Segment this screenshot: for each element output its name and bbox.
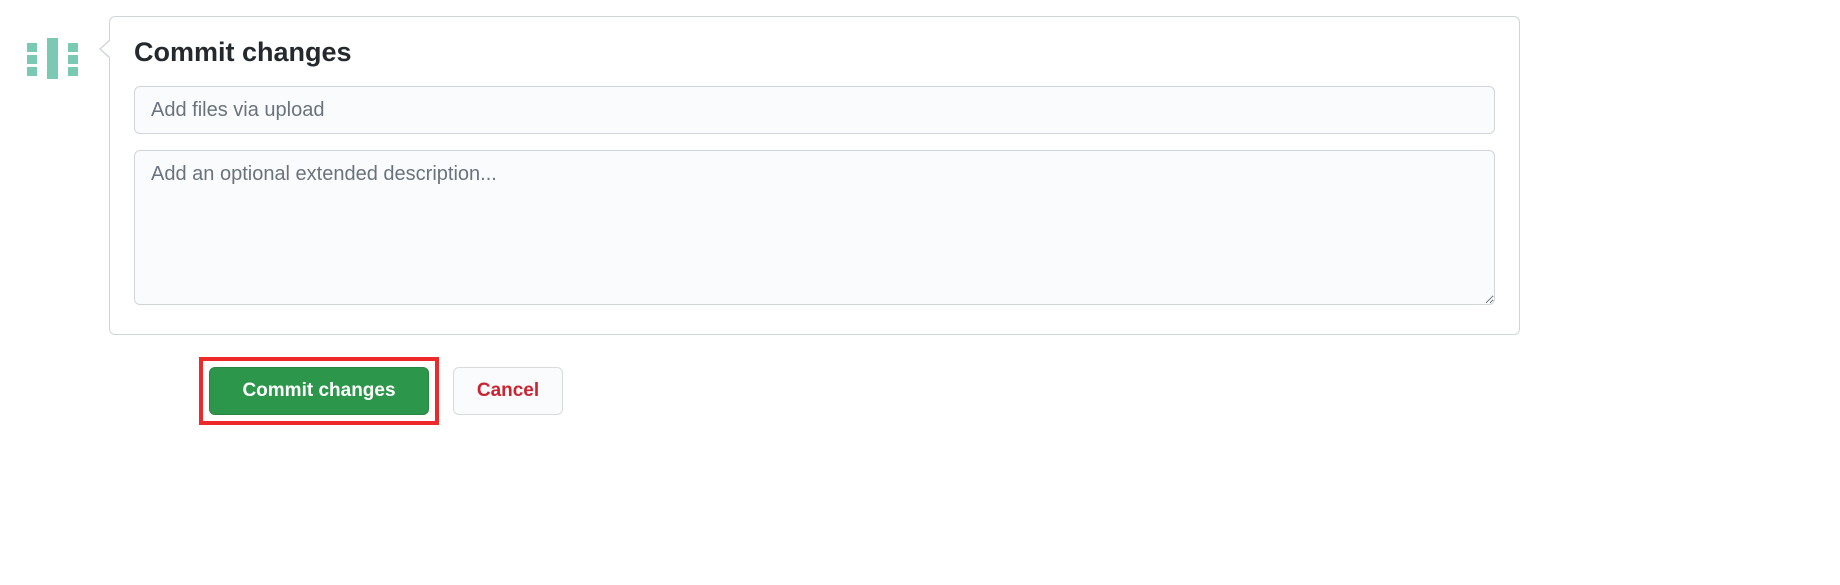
- avatar: [20, 26, 85, 91]
- commit-box-wrapper: Commit changes Commit changes Cancel: [109, 16, 1520, 425]
- highlight-annotation: Commit changes: [199, 357, 439, 425]
- commit-changes-button[interactable]: Commit changes: [209, 367, 429, 415]
- commit-heading: Commit changes: [134, 37, 1495, 68]
- commit-summary-input[interactable]: [134, 86, 1495, 134]
- cancel-button[interactable]: Cancel: [453, 367, 563, 415]
- commit-form-container: Commit changes Commit changes Cancel: [0, 16, 1840, 425]
- commit-box: Commit changes: [109, 16, 1520, 335]
- identicon-icon: [20, 26, 85, 91]
- button-row: Commit changes Cancel: [199, 357, 1520, 425]
- commit-description-textarea[interactable]: [134, 150, 1495, 305]
